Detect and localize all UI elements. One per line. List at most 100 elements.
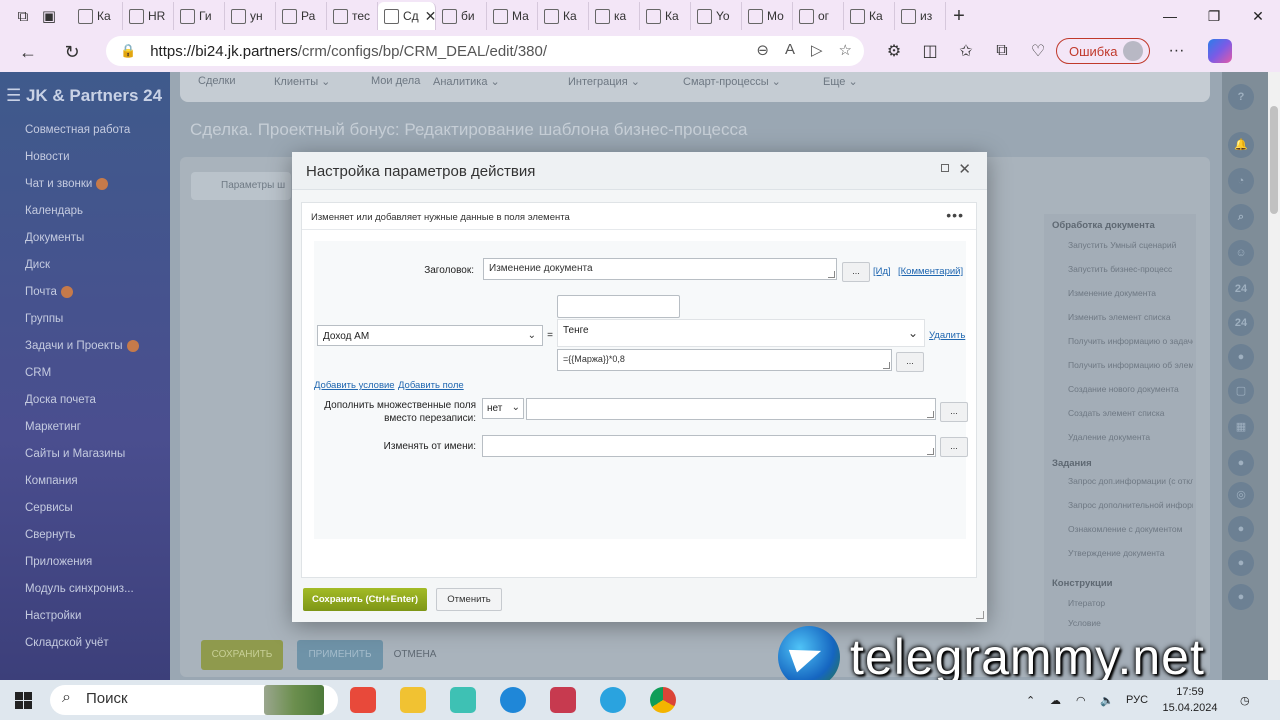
activity-item[interactable]: Изменение документа bbox=[1068, 288, 1193, 298]
tab[interactable]: би bbox=[436, 2, 487, 30]
calendar-icon[interactable]: ▦ bbox=[1228, 414, 1254, 440]
template-params-tab[interactable]: Параметры ш bbox=[191, 172, 291, 200]
resize-handle-icon[interactable] bbox=[883, 362, 890, 369]
bg-apply-button[interactable]: ПРИМЕНИТЬ bbox=[297, 640, 383, 670]
performance-icon[interactable]: ♡ bbox=[1020, 41, 1056, 61]
top-nav-item[interactable]: Интеграция ⌄ bbox=[568, 75, 640, 88]
append-input[interactable] bbox=[526, 398, 936, 420]
bg-cancel-button[interactable]: ОТМЕНА bbox=[392, 640, 438, 670]
left-menu-item[interactable]: Свернуть bbox=[25, 529, 75, 541]
left-menu-item[interactable]: Задачи и Проекты bbox=[25, 340, 139, 352]
delete-link[interactable]: Удалить bbox=[929, 330, 965, 341]
user-avatar-icon-3[interactable]: ● bbox=[1228, 550, 1254, 576]
clock[interactable]: 17:59 15.04.2024 bbox=[1160, 684, 1220, 716]
add-field-link[interactable]: Добавить поле bbox=[398, 380, 464, 391]
tab[interactable]: ог bbox=[793, 2, 844, 30]
resize-handle-icon[interactable] bbox=[828, 271, 835, 278]
close-icon[interactable]: ✕ bbox=[958, 160, 971, 178]
top-nav-item[interactable]: Клиенты ⌄ bbox=[274, 75, 330, 88]
windows-start-icon[interactable] bbox=[15, 692, 32, 709]
activity-item[interactable]: Запрос доп.информации (с отклонением) bbox=[1068, 476, 1193, 486]
top-nav-item[interactable]: Смарт-процессы ⌄ bbox=[683, 75, 781, 88]
contact-green-icon[interactable]: ● bbox=[1228, 450, 1254, 476]
heading-input[interactable]: Изменение документа bbox=[483, 258, 837, 280]
activity-item[interactable]: Запрос дополнительной информации bbox=[1068, 500, 1193, 510]
left-menu-item[interactable]: Календарь bbox=[25, 205, 83, 217]
close-window-icon[interactable]: ✕ bbox=[1236, 8, 1280, 25]
top-nav-item[interactable]: Аналитика ⌄ bbox=[433, 75, 500, 88]
notifications-tray-icon[interactable]: ◷ bbox=[1240, 680, 1250, 720]
left-menu-item[interactable]: Складской учёт bbox=[25, 637, 109, 649]
tab[interactable]: Ка bbox=[844, 2, 895, 30]
tab[interactable]: Ка bbox=[640, 2, 691, 30]
taskbar-search[interactable]: ⌕ Поиск bbox=[50, 685, 338, 715]
left-menu-item[interactable]: Приложения bbox=[25, 556, 92, 568]
profile-error-button[interactable]: Ошибка bbox=[1056, 38, 1151, 64]
timer-icon[interactable]: ◔ bbox=[1228, 168, 1254, 194]
reload-icon[interactable]: ↻ bbox=[54, 42, 90, 63]
extensions-icon[interactable]: ⚙ bbox=[876, 41, 912, 61]
add-condition-link[interactable]: Добавить условие bbox=[314, 380, 395, 391]
activity-item[interactable]: Создать элемент списка bbox=[1068, 408, 1193, 418]
tab[interactable]: HR bbox=[123, 2, 174, 30]
dialog-resize-icon[interactable] bbox=[976, 611, 984, 619]
copilot-icon[interactable] bbox=[1208, 39, 1233, 63]
currency-select[interactable]: Тенге ⌄ bbox=[557, 319, 925, 347]
contact-icon[interactable]: ☺ bbox=[1228, 240, 1254, 266]
top-nav-item[interactable]: Мои дела bbox=[371, 75, 420, 87]
append-select[interactable]: нет ⌄ bbox=[482, 398, 524, 419]
save-button[interactable]: Сохранить (Ctrl+Enter) bbox=[303, 588, 427, 611]
tab-active[interactable]: Сд ✕ bbox=[378, 2, 436, 30]
wps-office-icon[interactable] bbox=[350, 687, 376, 713]
tab[interactable]: Yo bbox=[691, 2, 742, 30]
cancel-button[interactable]: Отменить bbox=[436, 588, 502, 611]
run-as-input[interactable] bbox=[482, 435, 936, 457]
activity-group-header[interactable]: Обработка документа bbox=[1052, 220, 1155, 231]
user-avatar-icon-2[interactable]: ● bbox=[1228, 516, 1254, 542]
append-dots-button[interactable]: ... bbox=[940, 402, 968, 422]
message-icon[interactable]: ▢ bbox=[1228, 378, 1254, 404]
collections-icon[interactable]: ⧉ bbox=[984, 42, 1020, 60]
left-menu-item[interactable]: Почта bbox=[25, 286, 73, 298]
activity-item[interactable]: Получить информацию о задаче bbox=[1068, 336, 1193, 346]
snipping-tool-icon[interactable] bbox=[550, 687, 576, 713]
left-menu-item[interactable]: Маркетинг bbox=[25, 421, 81, 433]
back-icon[interactable]: ← bbox=[10, 42, 46, 63]
url-field[interactable]: 🔒 https://bi24.jk.partners/crm/configs/b… bbox=[106, 36, 864, 66]
minimize-icon[interactable]: — bbox=[1148, 8, 1192, 24]
tab[interactable]: Ка bbox=[538, 2, 589, 30]
lock-icon[interactable]: 🔒 bbox=[120, 43, 136, 59]
favorites-icon[interactable]: ✩ bbox=[948, 41, 984, 61]
tab[interactable]: Ма bbox=[487, 2, 538, 30]
run-as-dots-button[interactable]: ... bbox=[940, 437, 968, 457]
favorite-star-icon[interactable]: ☆ bbox=[839, 41, 852, 59]
tab-actions-icon[interactable]: ▣ bbox=[36, 3, 62, 29]
left-menu-item[interactable]: Сайты и Магазины bbox=[25, 448, 125, 460]
tab[interactable]: Ра bbox=[276, 2, 327, 30]
read-aloud-icon[interactable]: A bbox=[785, 41, 795, 59]
activity-item[interactable]: Получить информацию об элементе списка bbox=[1068, 360, 1193, 370]
user-avatar-icon[interactable]: ● bbox=[1228, 344, 1254, 370]
formula-dots-button[interactable]: ... bbox=[896, 352, 924, 372]
id-link[interactable]: [Ид] bbox=[873, 266, 891, 277]
resize-handle-icon[interactable] bbox=[927, 448, 934, 455]
field-name-input[interactable] bbox=[557, 295, 680, 318]
field-select[interactable]: Доход АМ ⌄ bbox=[317, 325, 543, 346]
activity-item[interactable]: Создание нового документа bbox=[1068, 384, 1193, 394]
activity-group-header[interactable]: Задания bbox=[1052, 458, 1092, 469]
top-nav-item[interactable]: Сделки bbox=[198, 75, 236, 87]
activity-item[interactable]: Итератор bbox=[1068, 598, 1193, 608]
comment-link[interactable]: [Комментарий] bbox=[898, 266, 963, 277]
activity-item[interactable]: Ознакомление с документом bbox=[1068, 524, 1193, 534]
search-icon[interactable]: ⌕ bbox=[1228, 204, 1254, 230]
workspaces-icon[interactable]: ⧉ bbox=[10, 3, 36, 29]
bg-save-button[interactable]: СОХРАНИТЬ bbox=[201, 640, 283, 670]
user-avatar-icon-4[interactable]: ● bbox=[1228, 584, 1254, 610]
top-nav-item[interactable]: Еще ⌄ bbox=[823, 75, 858, 88]
tab[interactable]: ун bbox=[225, 2, 276, 30]
tab[interactable]: тес bbox=[327, 2, 378, 30]
left-menu-item[interactable]: Настройки bbox=[25, 610, 81, 622]
left-menu-item[interactable]: Чат и звонки bbox=[25, 178, 109, 190]
onedrive-icon[interactable]: ☁ bbox=[1050, 680, 1061, 720]
left-menu-item[interactable]: Документы bbox=[25, 232, 84, 244]
